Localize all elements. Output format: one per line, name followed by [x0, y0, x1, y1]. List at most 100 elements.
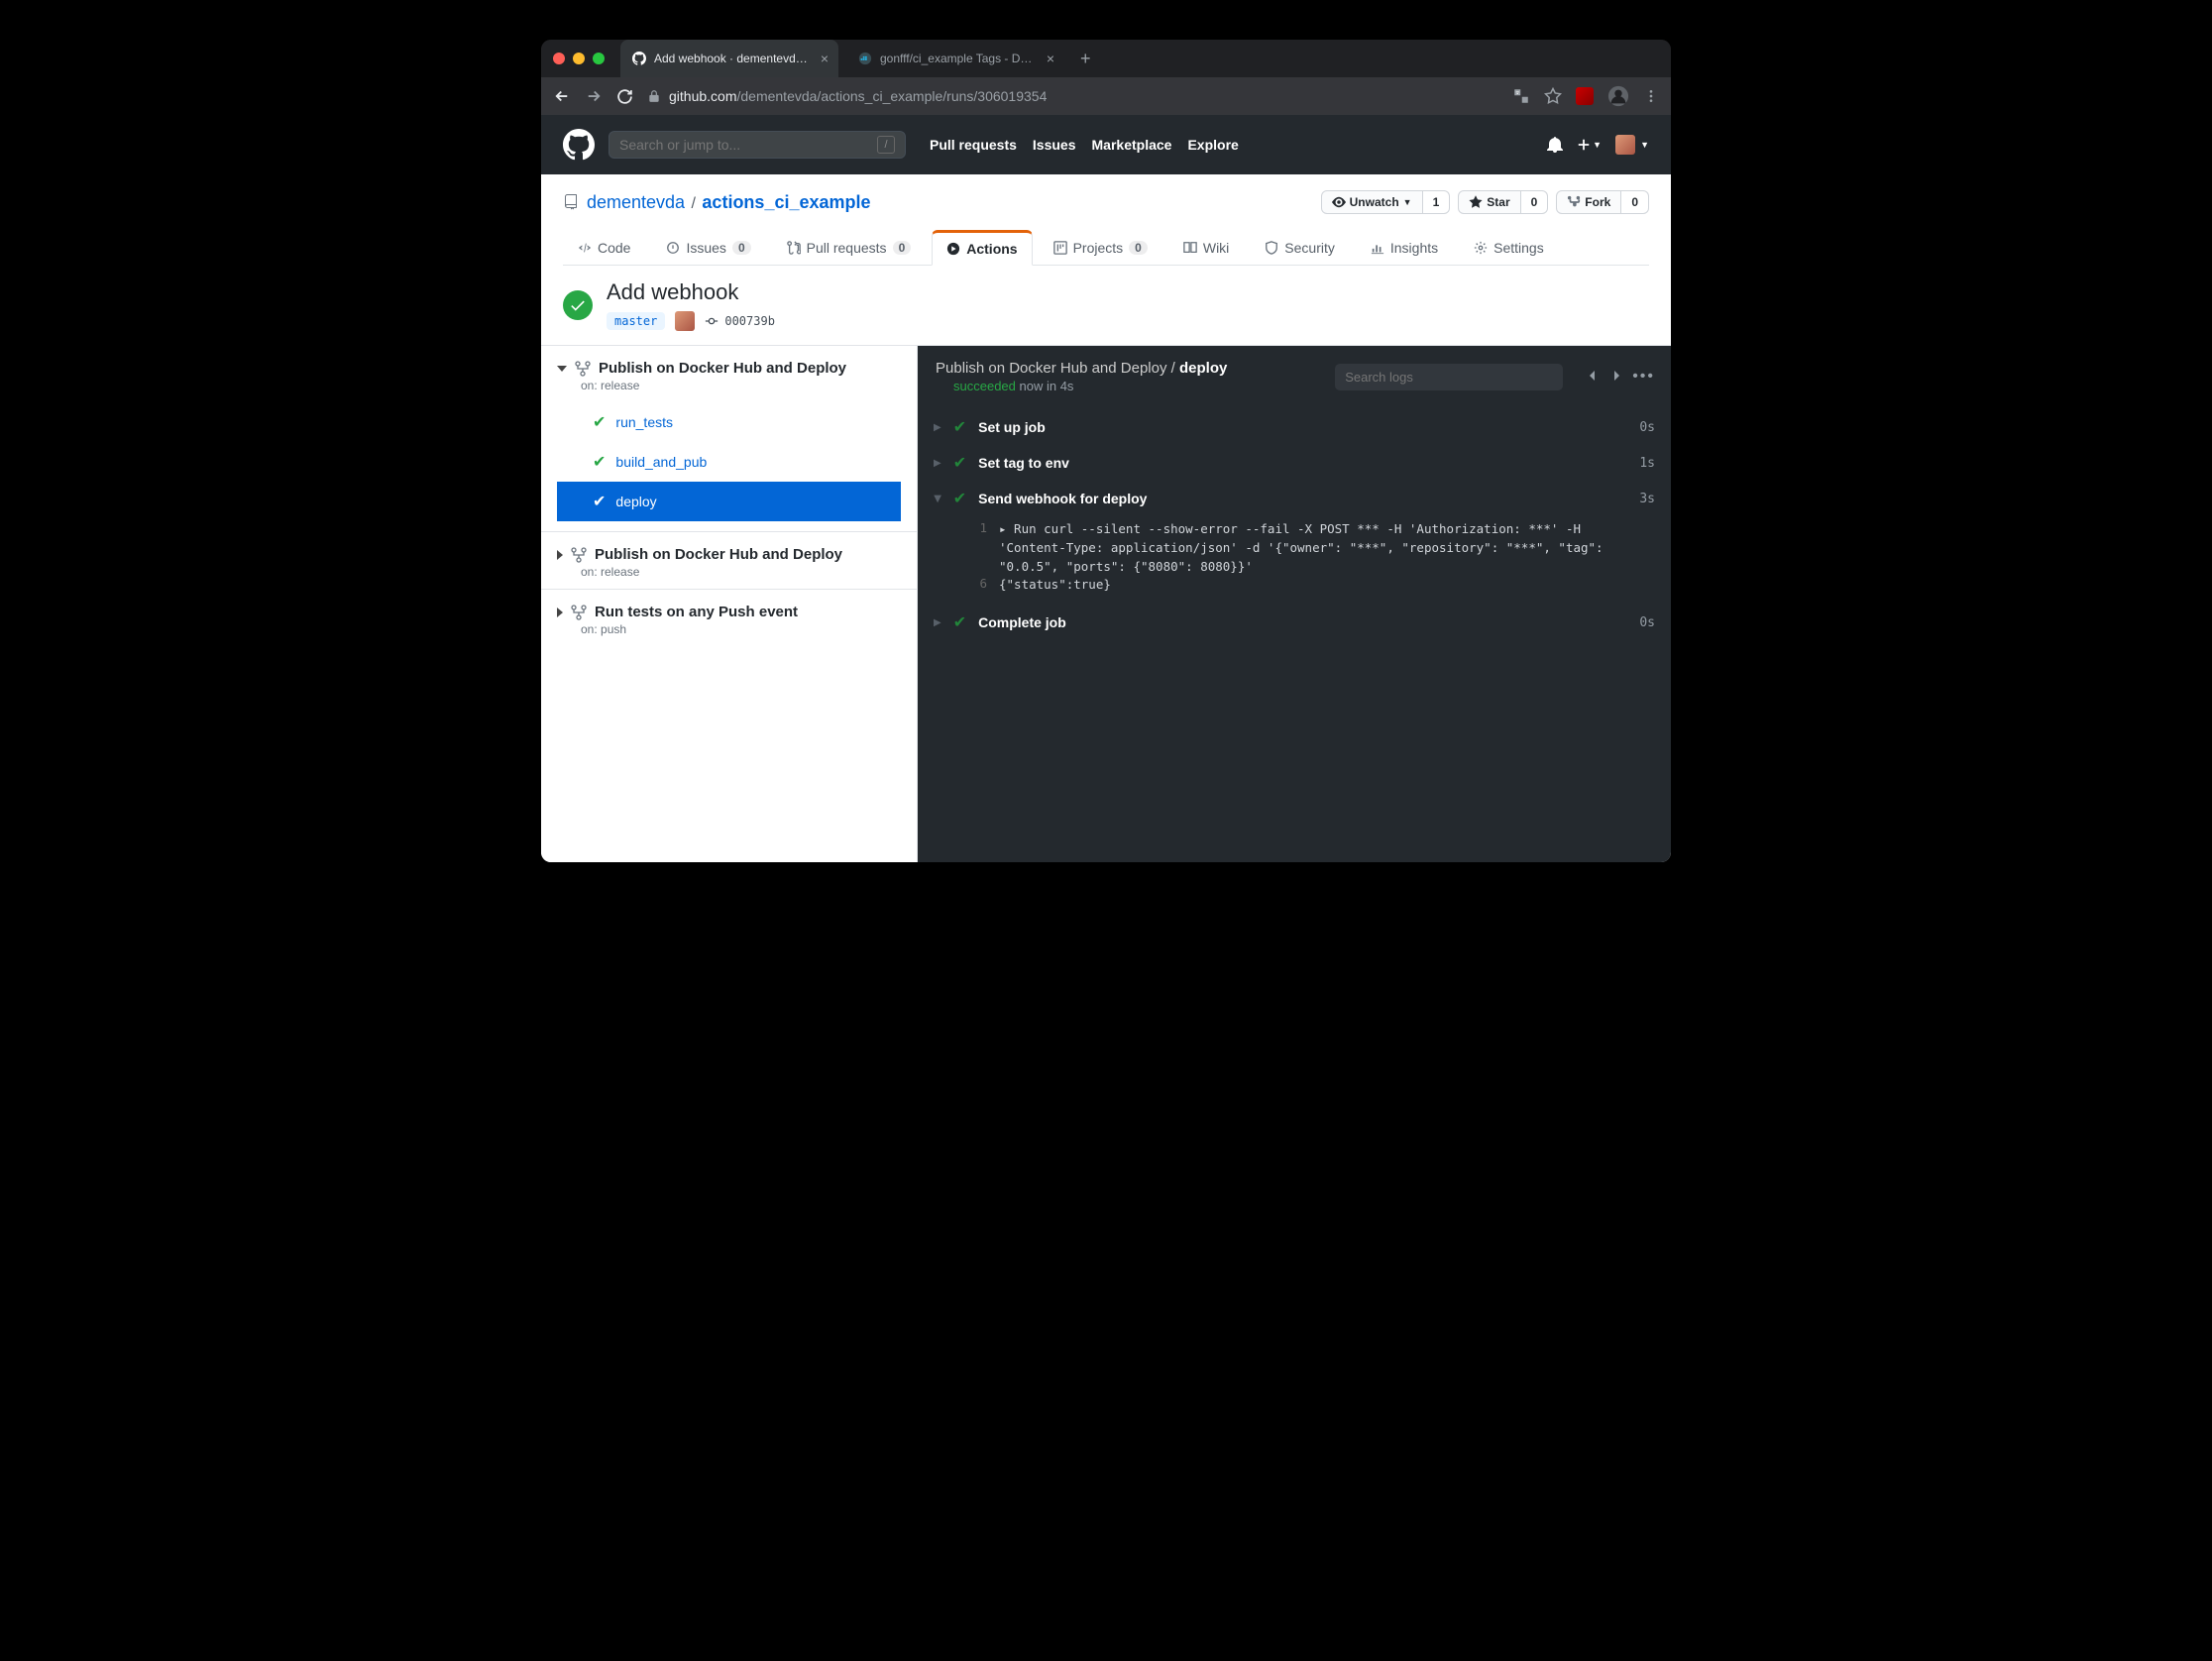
- tab-close-icon[interactable]: ×: [821, 51, 829, 66]
- extension-icon[interactable]: [1576, 87, 1594, 105]
- tab-pulls[interactable]: Pull requests0: [772, 230, 927, 266]
- notifications-icon[interactable]: [1547, 137, 1563, 153]
- workflow-trigger: on: push: [581, 622, 901, 636]
- project-icon: [1053, 241, 1067, 255]
- tab-insights[interactable]: Insights: [1356, 230, 1453, 266]
- chevron-right-icon: ▶: [934, 422, 941, 433]
- job-item[interactable]: ✔run_tests: [557, 402, 901, 442]
- tab-title: Add webhook · dementevda/acti: [654, 52, 813, 65]
- branch-label[interactable]: master: [607, 312, 665, 330]
- code-icon: [578, 241, 592, 255]
- tab-actions[interactable]: Actions: [932, 230, 1032, 266]
- book-icon: [1183, 241, 1197, 255]
- prev-step-button[interactable]: [1585, 368, 1601, 384]
- log-output: 1▸ Run curl --silent --show-error --fail…: [918, 516, 1671, 605]
- next-step-button[interactable]: [1608, 368, 1624, 384]
- create-menu[interactable]: ▼: [1577, 138, 1602, 152]
- tab-issues[interactable]: Issues0: [651, 230, 765, 266]
- browser-tab-1[interactable]: gonfff/ci_example Tags - Docker ×: [846, 40, 1064, 77]
- log-step[interactable]: ▶✔Complete job0s: [918, 605, 1671, 640]
- repo-owner-link[interactable]: dementevda: [587, 192, 685, 212]
- search-box[interactable]: /: [608, 131, 906, 159]
- tab-title: gonfff/ci_example Tags - Docker: [880, 52, 1039, 65]
- github-logo[interactable]: [563, 129, 595, 161]
- browser-tab-0[interactable]: Add webhook · dementevda/acti ×: [620, 40, 838, 77]
- workflow-group-toggle[interactable]: Publish on Docker Hub and Deploy: [557, 360, 901, 377]
- check-icon: ✔: [953, 417, 966, 437]
- repo-icon: [563, 194, 579, 210]
- workflow-title: Add webhook: [607, 279, 775, 305]
- fork-count[interactable]: 0: [1621, 190, 1649, 214]
- job-item[interactable]: ✔build_and_pub: [557, 442, 901, 482]
- search-input[interactable]: [619, 137, 877, 153]
- tab-security[interactable]: Security: [1250, 230, 1350, 266]
- window-zoom[interactable]: [593, 53, 605, 64]
- nav-issues[interactable]: Issues: [1033, 137, 1076, 153]
- workflow-icon: [571, 547, 587, 563]
- repo-name-link[interactable]: actions_ci_example: [702, 192, 870, 212]
- window-minimize[interactable]: [573, 53, 585, 64]
- author-avatar[interactable]: [675, 311, 695, 331]
- forward-button[interactable]: [585, 87, 603, 105]
- gear-icon: [1474, 241, 1488, 255]
- workflow-group-toggle[interactable]: Run tests on any Push event: [557, 604, 901, 620]
- job-status: succeeded now in 4s: [953, 379, 1227, 393]
- tab-close-icon[interactable]: ×: [1047, 51, 1054, 66]
- check-icon: ✔: [593, 492, 606, 511]
- new-tab-button[interactable]: +: [1072, 49, 1099, 69]
- chevron-down-icon: [557, 366, 567, 372]
- star-button[interactable]: Star: [1458, 190, 1520, 214]
- workflow-icon: [571, 605, 587, 620]
- check-icon: ✔: [953, 453, 966, 473]
- issue-icon: [666, 241, 680, 255]
- lock-icon: [647, 89, 661, 103]
- chevron-right-icon: ▶: [934, 617, 941, 628]
- log-search-input[interactable]: [1335, 364, 1563, 390]
- star-icon: [1469, 195, 1483, 209]
- commit-sha[interactable]: 000739b: [705, 314, 775, 328]
- nav-pull-requests[interactable]: Pull requests: [930, 137, 1017, 153]
- tab-projects[interactable]: Projects0: [1039, 230, 1162, 266]
- menu-icon[interactable]: [1643, 88, 1659, 104]
- user-menu[interactable]: ▼: [1615, 135, 1649, 155]
- docker-icon: [858, 52, 872, 65]
- back-button[interactable]: [553, 87, 571, 105]
- workflow-trigger: on: release: [581, 565, 901, 579]
- unwatch-button[interactable]: Unwatch ▼: [1321, 190, 1423, 214]
- job-item-active[interactable]: ✔deploy: [557, 482, 901, 521]
- log-step[interactable]: ▶✔Set tag to env1s: [918, 445, 1671, 481]
- status-success-icon: [563, 290, 593, 320]
- workflow-trigger: on: release: [581, 379, 901, 392]
- log-step[interactable]: ▶✔Set up job0s: [918, 409, 1671, 445]
- check-icon: ✔: [953, 612, 966, 632]
- reload-button[interactable]: [616, 88, 633, 105]
- fork-button[interactable]: Fork: [1556, 190, 1621, 214]
- star-count[interactable]: 0: [1521, 190, 1549, 214]
- watch-count[interactable]: 1: [1423, 190, 1451, 214]
- check-icon: ✔: [593, 412, 606, 432]
- address-bar[interactable]: github.com/dementevda/actions_ci_example…: [647, 88, 1498, 104]
- shield-icon: [1265, 241, 1278, 255]
- eye-icon: [1332, 195, 1346, 209]
- profile-icon[interactable]: [1607, 85, 1629, 107]
- tab-wiki[interactable]: Wiki: [1168, 230, 1244, 266]
- check-icon: ✔: [593, 452, 606, 472]
- window-close[interactable]: [553, 53, 565, 64]
- log-options-menu[interactable]: •••: [1632, 368, 1655, 386]
- nav-marketplace[interactable]: Marketplace: [1092, 137, 1172, 153]
- workflow-icon: [575, 361, 591, 377]
- play-icon: [946, 242, 960, 256]
- tab-settings[interactable]: Settings: [1459, 230, 1559, 266]
- log-step-expanded[interactable]: ▶✔Send webhook for deploy3s: [918, 481, 1671, 516]
- graph-icon: [1371, 241, 1384, 255]
- log-breadcrumb: Publish on Docker Hub and Deploy / deplo…: [936, 360, 1227, 377]
- commit-icon: [705, 314, 719, 328]
- avatar: [1615, 135, 1635, 155]
- translate-icon[interactable]: [1512, 87, 1530, 105]
- star-icon[interactable]: [1544, 87, 1562, 105]
- github-icon: [632, 52, 646, 65]
- workflow-group-toggle[interactable]: Publish on Docker Hub and Deploy: [557, 546, 901, 563]
- chevron-right-icon: [557, 608, 563, 617]
- nav-explore[interactable]: Explore: [1187, 137, 1238, 153]
- tab-code[interactable]: Code: [563, 230, 645, 266]
